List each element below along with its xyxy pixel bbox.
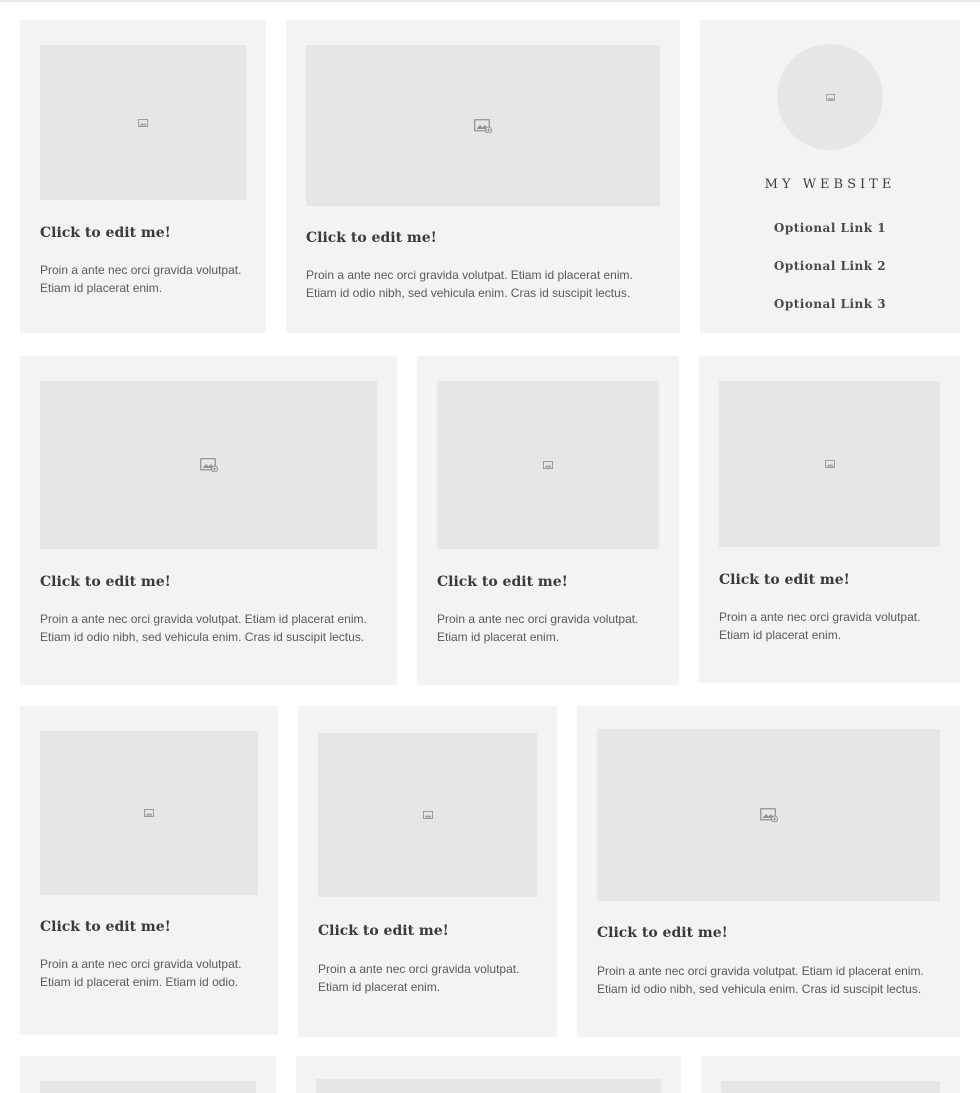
card-description-line: Proin a ante nec orci gravida volutpat. [318,962,520,976]
card-description-line: Etiam id odio nibh, sed vehicula enim. C… [40,630,365,644]
card-description-line: Proin a ante nec orci gravida volutpat. … [597,964,924,978]
card-description: Proin a ante nec orci gravida volutpat. … [40,610,367,646]
card[interactable]: Click to edit me! Proin a ante nec orci … [20,20,266,333]
site-title: MY WEBSITE [764,177,896,192]
card-description-line: Proin a ante nec orci gravida volutpat. [437,612,639,626]
card-description: Proin a ante nec orci gravida volutpat. … [437,610,638,646]
top-divider [0,0,980,2]
card-title[interactable]: Click to edit me! [318,923,449,939]
card-description-line: Etiam id placerat enim. [719,628,842,642]
image-icon [138,118,148,127]
image-icon [474,118,492,133]
card-title[interactable]: Click to edit me! [597,925,728,941]
image-icon [759,808,778,822]
optional-link-2[interactable]: Optional Link 2 [700,259,960,273]
image-placeholder[interactable] [40,731,258,895]
avatar[interactable] [777,44,883,150]
image-icon [543,461,553,469]
card[interactable]: Click to edit me! Proin a ante nec orci … [577,706,960,1037]
image-placeholder[interactable] [40,1081,256,1093]
card-title[interactable]: Click to edit me! [40,574,171,590]
card[interactable] [20,1056,276,1093]
card-description-line: Proin a ante nec orci gravida volutpat. … [306,268,633,282]
card-description-line: Proin a ante nec orci gravida volutpat. [40,957,242,971]
image-placeholder[interactable] [719,381,940,547]
card[interactable]: Click to edit me! Proin a ante nec orci … [417,356,679,685]
card-description-line: Proin a ante nec orci gravida volutpat. [719,610,921,624]
image-placeholder[interactable] [318,733,537,897]
image-placeholder[interactable] [40,381,377,549]
card-description: Proin a ante nec orci gravida volutpat. … [719,608,920,644]
card-description-line: Etiam id placerat enim. Etiam id odio. [40,975,239,989]
card-description: Proin a ante nec orci gravida volutpat. … [40,955,241,991]
image-placeholder[interactable] [597,729,940,901]
optional-link-1[interactable]: Optional Link 1 [700,221,960,235]
image-placeholder[interactable] [721,1081,940,1093]
optional-link-3[interactable]: Optional Link 3 [700,297,960,311]
card[interactable]: Click to edit me! Proin a ante nec orci … [286,20,680,333]
card-title[interactable]: Click to edit me! [40,225,171,241]
card-description: Proin a ante nec orci gravida volutpat. … [597,962,924,998]
image-placeholder[interactable] [316,1079,661,1093]
card-description: Proin a ante nec orci gravida volutpat. … [306,266,633,302]
card[interactable]: Click to edit me! Proin a ante nec orci … [298,706,557,1037]
card-description-line: Etiam id odio nibh, sed vehicula enim. C… [597,982,922,996]
card-description: Proin a ante nec orci gravida volutpat. … [318,960,519,996]
image-icon [824,460,835,468]
card-description-line: Proin a ante nec orci gravida volutpat. [40,263,242,277]
card-description-line: Etiam id odio nibh, sed vehicula enim. C… [306,286,631,300]
image-icon [199,458,218,472]
card-description-line: Proin a ante nec orci gravida volutpat. … [40,612,367,626]
card-title[interactable]: Click to edit me! [719,572,850,588]
card[interactable]: Click to edit me! Proin a ante nec orci … [699,356,960,683]
card-title[interactable]: Click to edit me! [437,574,568,590]
image-placeholder[interactable] [306,45,660,206]
card-description-line: Etiam id placerat enim. [318,980,441,994]
image-icon [422,811,433,819]
image-icon [144,809,154,817]
card-description-line: Etiam id placerat enim. [437,630,560,644]
card-description: Proin a ante nec orci gravida volutpat. … [40,261,241,297]
card[interactable] [701,1056,960,1093]
image-placeholder[interactable] [40,45,246,200]
card[interactable]: Click to edit me! Proin a ante nec orci … [20,356,397,685]
profile-card: MY WEBSITE Optional Link 1 Optional Link… [700,20,960,333]
card-title[interactable]: Click to edit me! [40,919,171,935]
card-description-line: Etiam id placerat enim. [40,281,163,295]
card-title[interactable]: Click to edit me! [306,230,437,246]
image-icon [825,88,835,106]
image-placeholder[interactable] [437,381,659,549]
card[interactable]: Click to edit me! Proin a ante nec orci … [20,706,278,1035]
card[interactable] [296,1056,681,1093]
